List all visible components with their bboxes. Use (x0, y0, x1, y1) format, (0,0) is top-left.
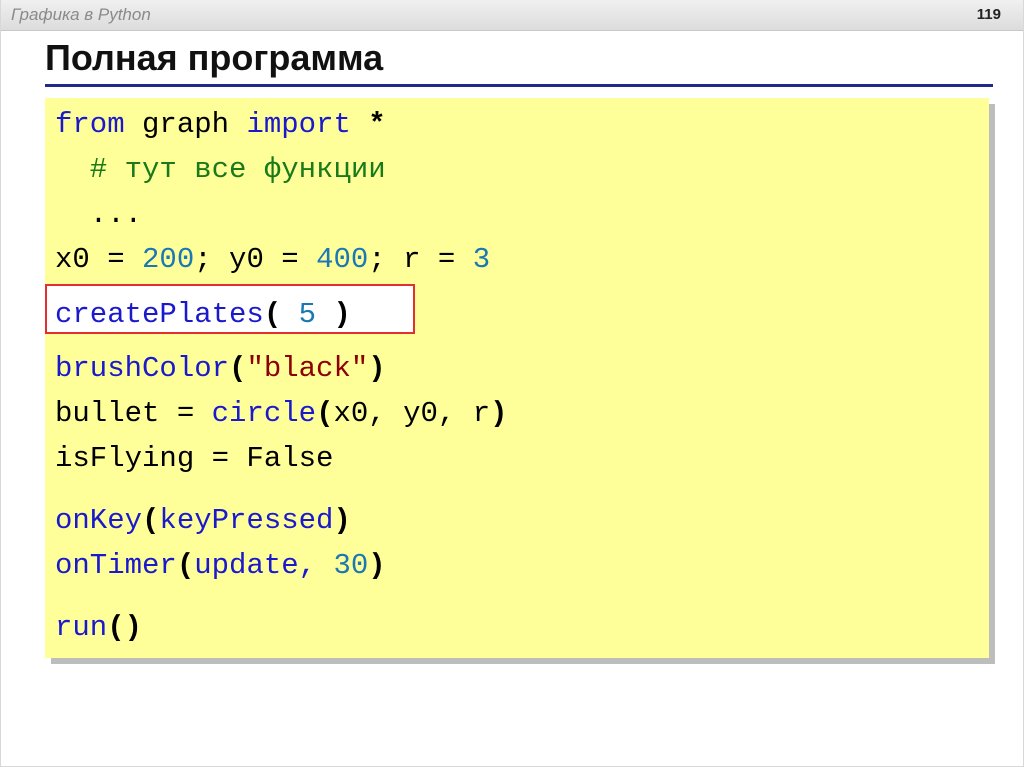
number-400: 400 (316, 243, 369, 276)
func-run: run (55, 611, 108, 644)
paren-open: ( (316, 397, 334, 430)
assign-bullet: bullet = (55, 397, 212, 430)
code-line-bullet: bullet = circle(x0, y0, r) (55, 396, 508, 432)
keyword-import: import (246, 108, 351, 141)
code-line-on-timer: onTimer(update, 30) (55, 548, 386, 584)
assign-x0: x0 = (55, 243, 143, 276)
paren-open: ( (229, 352, 247, 385)
header-strip: Графика в Python 119 (1, 0, 1023, 31)
paren-close: ) (368, 352, 386, 385)
paren-open: ( (142, 504, 160, 537)
code-line-assignments: x0 = 200; y0 = 400; r = 3 (55, 242, 490, 278)
code-line-brush-color: brushColor("black") (55, 351, 386, 387)
course-title: Графика в Python (11, 5, 151, 24)
arg-update: update, (194, 549, 334, 582)
slide: Графика в Python 119 Полная программа fr… (0, 0, 1024, 767)
func-brush-color: brushColor (55, 352, 230, 385)
paren-open: ( (263, 298, 299, 331)
title-underline (45, 84, 993, 87)
number-200: 200 (142, 243, 195, 276)
import-star: * (350, 108, 386, 141)
arg-key-pressed: keyPressed (159, 504, 334, 537)
run-parens: () (107, 611, 143, 644)
code-line-create-plates: createPlates( 5 ) (55, 297, 351, 333)
code-line-is-flying: isFlying = False (55, 441, 333, 477)
paren-open: ( (176, 549, 195, 582)
code-line-comment: # тут все функции (55, 152, 386, 188)
circle-args: x0, y0, r (333, 397, 491, 430)
code-line-on-key: onKey(keyPressed) (55, 503, 351, 539)
func-create-plates: createPlates (55, 298, 264, 331)
code-comment: # тут все функции (55, 153, 386, 186)
code-line-import: from graph import * (55, 107, 386, 143)
keyword-from: from (55, 108, 125, 141)
paren-close: ) (333, 504, 351, 537)
func-on-timer: onTimer (55, 549, 177, 582)
paren-close: ) (316, 298, 351, 331)
code-line-run: run() (55, 610, 142, 646)
assign-r: ; r = (368, 243, 473, 276)
code-block: from graph import * # тут все функции ..… (45, 98, 989, 658)
func-circle: circle (211, 397, 317, 430)
slide-title: Полная программа (45, 37, 384, 78)
number-5: 5 (298, 298, 317, 331)
page-number: 119 (976, 6, 1001, 23)
paren-close: ) (368, 549, 386, 582)
code-line-ellipsis: ... (55, 197, 142, 233)
code-ellipsis: ... (55, 198, 143, 231)
string-black: "black" (246, 352, 369, 385)
number-30: 30 (333, 549, 369, 582)
assign-y0: ; y0 = (194, 243, 317, 276)
paren-close: ) (490, 397, 508, 430)
assign-is-flying: isFlying = False (55, 442, 334, 475)
module-name: graph (124, 108, 247, 141)
number-3: 3 (472, 243, 491, 276)
func-on-key: onKey (55, 504, 143, 537)
